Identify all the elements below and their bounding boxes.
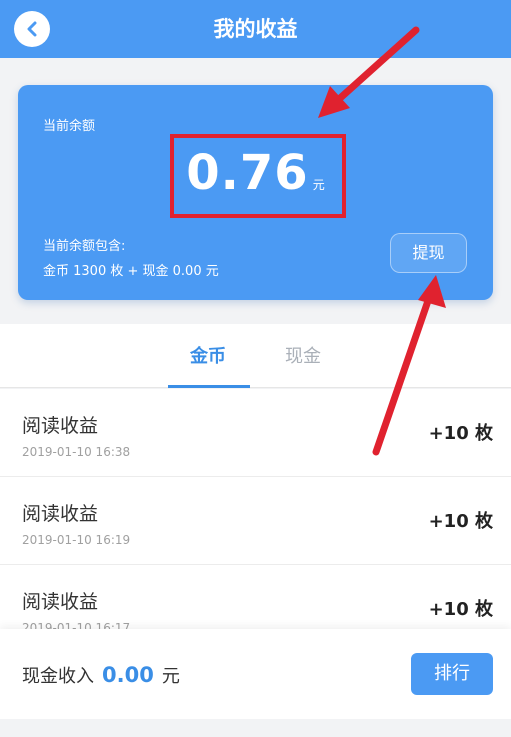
record-amount: +10 枚 (428, 599, 493, 620)
record-amount: +10 枚 (428, 423, 493, 444)
footer-bar: 现金收入 0.00 元 排行 (0, 629, 511, 719)
tab-gold-coins[interactable]: 金币 (168, 342, 248, 368)
balance-contains-detail: 金币 1300 枚 + 现金 0.00 元 (43, 264, 219, 279)
rank-button[interactable]: 排行 (411, 653, 493, 695)
balance-contains-label: 当前余额包含: (43, 239, 126, 254)
record-title: 阅读收益 (22, 591, 99, 613)
record-amount: +10 枚 (428, 511, 493, 532)
cash-income-unit: 元 (161, 666, 180, 687)
withdraw-button[interactable]: 提现 (390, 233, 467, 273)
record-title: 阅读收益 (22, 415, 99, 437)
header-bar: 我的收益 (0, 0, 511, 58)
tab-cash[interactable]: 现金 (263, 342, 343, 368)
record-time: 2019-01-10 16:17 (22, 621, 131, 629)
record-time: 2019-01-10 16:19 (22, 533, 131, 547)
list-item[interactable]: 阅读收益 2019-01-10 16:17 +10 枚 (0, 565, 511, 629)
earnings-list: 阅读收益 2019-01-10 16:38 +10 枚 阅读收益 2019-01… (0, 389, 511, 629)
annotation-highlight-box (170, 134, 346, 218)
list-item[interactable]: 阅读收益 2019-01-10 16:19 +10 枚 (0, 477, 511, 565)
balance-label: 当前余额 (43, 119, 96, 134)
record-title: 阅读收益 (22, 503, 99, 525)
cash-income-label: 现金收入 (22, 666, 94, 687)
list-item[interactable]: 阅读收益 2019-01-10 16:38 +10 枚 (0, 389, 511, 477)
page-title: 我的收益 (213, 17, 298, 41)
cash-income: 现金收入 0.00 元 (22, 662, 180, 688)
tab-bar: 金币 现金 (0, 324, 511, 388)
record-time: 2019-01-10 16:38 (22, 445, 131, 459)
cash-income-value: 0.00 (102, 663, 154, 687)
bottom-strip (0, 719, 511, 737)
active-tab-indicator (168, 385, 250, 388)
